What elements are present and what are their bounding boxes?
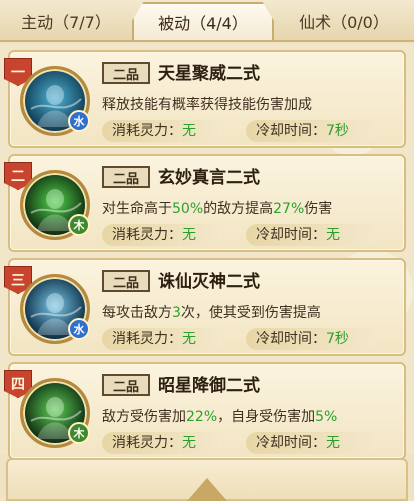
cooldown-label: 冷却时间：: [256, 227, 326, 243]
description-text: 每攻击敌方: [102, 305, 172, 321]
skill-description: 敌方受伤害加22%，自身受伤害加5%: [102, 406, 402, 428]
skill-tabs: 主动（7/7） 被动（4/4） 仙术（0/0）: [0, 0, 414, 42]
tab-active-skills[interactable]: 主动（7/7）: [0, 4, 132, 38]
cost-value: 无: [182, 227, 196, 243]
tab-immortal-arts[interactable]: 仙术（0/0）: [274, 4, 414, 38]
skill-name: 昭星降御二式: [158, 376, 260, 396]
cost-info: 消耗灵力：无: [102, 120, 222, 142]
description-text: 对生命高于: [102, 201, 172, 217]
cost-value: 无: [182, 435, 196, 451]
cooldown-info: 冷却时间：无: [246, 224, 376, 246]
highlight-value: 27%: [273, 201, 305, 217]
description-text: 释放技能有概率获得技能伤害加成: [102, 97, 312, 113]
cooldown-value: 7秒: [326, 331, 349, 347]
highlight-value: 22%: [186, 409, 218, 425]
description-text: ，自身受伤害加: [217, 409, 316, 425]
cooldown-value: 无: [326, 435, 340, 451]
skill-description: 每攻击敌方3次，使其受到伤害提高: [102, 302, 402, 324]
skill-name: 天星聚威二式: [158, 64, 260, 84]
cost-value: 无: [182, 331, 196, 347]
cost-value: 无: [182, 123, 196, 139]
cooldown-label: 冷却时间：: [256, 331, 326, 347]
skill-description: 对生命高于50%的敌方提高27%伤害: [102, 198, 402, 220]
skill-description: 释放技能有概率获得技能伤害加成: [102, 94, 402, 116]
highlight-value: 5%: [315, 409, 338, 425]
grade-tag: 二品: [102, 166, 150, 188]
cooldown-info: 冷却时间：7秒: [246, 328, 376, 350]
description-text: 的敌方提高: [203, 201, 274, 217]
skill-card[interactable]: 四木二品 昭星降御二式 敌方受伤害加22%，自身受伤害加5% 消耗灵力：无 冷却时间：无: [4, 362, 406, 460]
cost-label: 消耗灵力：: [112, 435, 182, 451]
description-text: 伤害: [304, 201, 333, 217]
cooldown-info: 冷却时间：无: [246, 432, 376, 454]
element-badge: 水: [68, 318, 90, 340]
grade-tag: 二品: [102, 270, 150, 292]
cost-label: 消耗灵力：: [112, 123, 182, 139]
tab-passive-skills[interactable]: 被动（4/4）: [132, 2, 274, 40]
skill-list[interactable]: 一水二品 天星聚威二式 释放技能有概率获得技能伤害加成 消耗灵力：无 冷却时间：7秒二木…: [0, 44, 414, 460]
cost-label: 消耗灵力：: [112, 331, 182, 347]
cost-label: 消耗灵力：: [112, 227, 182, 243]
cooldown-value: 无: [326, 227, 340, 243]
cooldown-label: 冷却时间：: [256, 435, 326, 451]
skill-card[interactable]: 二木二品 玄妙真言二式 对生命高于50%的敌方提高27%伤害 消耗灵力：无 冷却时间：无: [4, 154, 406, 252]
grade-tag: 二品: [102, 374, 150, 396]
element-badge: 水: [68, 110, 90, 132]
grade-tag: 二品: [102, 62, 150, 84]
element-badge: 木: [68, 214, 90, 236]
skill-card[interactable]: 一水二品 天星聚威二式 释放技能有概率获得技能伤害加成 消耗灵力：无 冷却时间：7秒: [4, 50, 406, 148]
cooldown-value: 7秒: [326, 123, 349, 139]
description-text: 敌方受伤害加: [102, 409, 186, 425]
cooldown-info: 冷却时间：7秒: [246, 120, 376, 142]
skill-name: 玄妙真言二式: [158, 168, 260, 188]
highlight-value: 3: [172, 305, 181, 321]
element-badge: 木: [68, 422, 90, 444]
description-text: 次，使其受到伤害提高: [180, 305, 321, 321]
cooldown-label: 冷却时间：: [256, 123, 326, 139]
cost-info: 消耗灵力：无: [102, 432, 222, 454]
highlight-value: 50%: [172, 201, 204, 217]
skill-card[interactable]: 三水二品 诛仙灭神二式 每攻击敌方3次，使其受到伤害提高 消耗灵力：无 冷却时间：7秒: [4, 258, 406, 356]
cost-info: 消耗灵力：无: [102, 224, 222, 246]
cost-info: 消耗灵力：无: [102, 328, 222, 350]
skill-name: 诛仙灭神二式: [158, 272, 260, 292]
